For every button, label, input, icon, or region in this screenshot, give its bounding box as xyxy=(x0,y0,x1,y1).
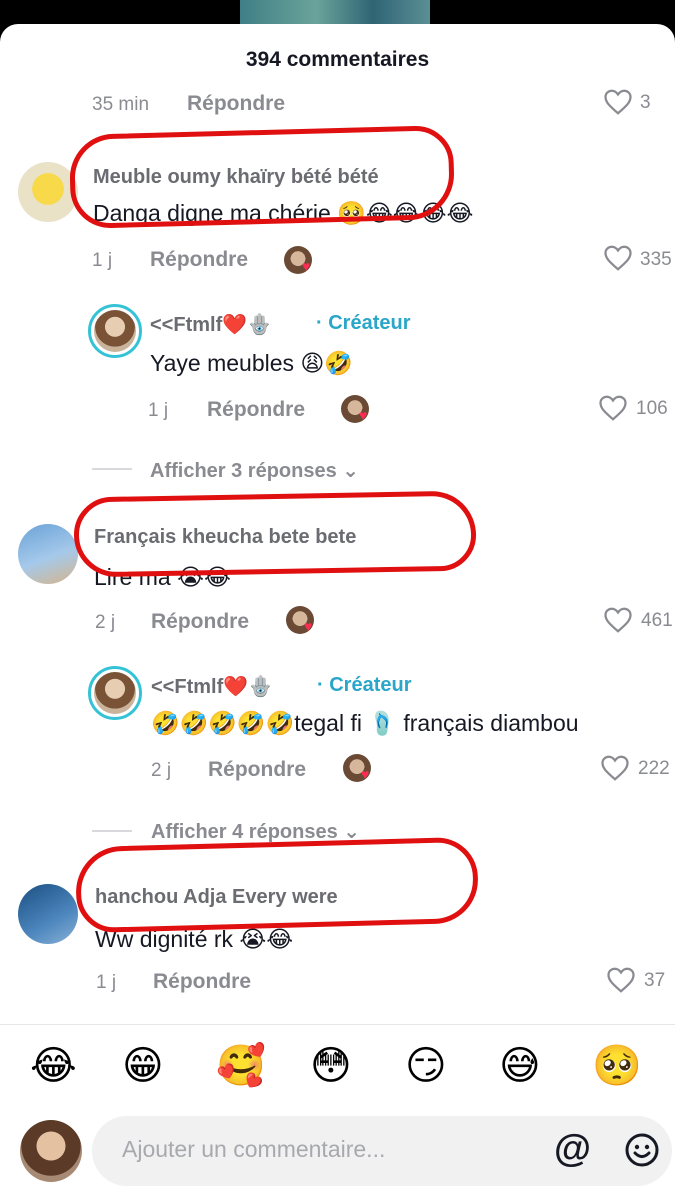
like-count: 222 xyxy=(638,758,670,779)
creator-liked-heart-icon: ♥ xyxy=(302,258,311,274)
creator-username[interactable]: <<Ftmlf❤️🪬 xyxy=(151,674,273,699)
creator-badge: · Créateur xyxy=(316,312,411,334)
reply-button[interactable]: Répondre xyxy=(187,92,285,116)
like-count: 106 xyxy=(636,398,668,419)
emoji-button[interactable]: 🥺 xyxy=(592,1046,642,1086)
like-count: 461 xyxy=(641,610,673,631)
avatar[interactable] xyxy=(18,524,78,584)
heart-outline-icon[interactable] xyxy=(598,394,628,422)
emoji-button[interactable]: 😁 xyxy=(122,1046,164,1086)
creator-avatar[interactable] xyxy=(88,666,142,720)
avatar[interactable] xyxy=(18,884,78,944)
reply-button[interactable]: Répondre xyxy=(207,398,305,422)
creator-badge-label: Créateur xyxy=(328,312,411,334)
reply-button[interactable]: Répondre xyxy=(153,970,251,994)
like-count: 335 xyxy=(640,249,672,270)
chevron-down-icon: ⌄ xyxy=(342,460,360,482)
creator-avatar[interactable] xyxy=(88,304,142,358)
video-preview xyxy=(240,0,430,26)
heart-outline-icon[interactable] xyxy=(600,754,630,782)
emoji-button[interactable]: 😳 xyxy=(310,1046,352,1086)
emoji-button[interactable]: 😏 xyxy=(405,1046,447,1086)
replies-divider-line xyxy=(92,468,132,470)
like-count: 3 xyxy=(640,92,651,113)
heart-outline-icon[interactable] xyxy=(603,88,633,116)
comment-timestamp: 2 j xyxy=(151,760,172,781)
heart-outline-icon[interactable] xyxy=(603,244,633,272)
annotation-circle xyxy=(73,490,477,578)
emoji-button[interactable]: 😅 xyxy=(499,1046,541,1086)
show-replies-label: Afficher 3 réponses xyxy=(150,460,337,482)
at-icon[interactable]: @ xyxy=(554,1128,591,1171)
comment-timestamp: 1 j xyxy=(96,972,117,993)
like-count: 37 xyxy=(644,970,666,991)
comments-count-title: 394 commentaires xyxy=(245,48,430,71)
comment-timestamp: 35 min xyxy=(92,94,150,115)
creator-badge-label: Créateur xyxy=(329,674,412,696)
show-replies-label: Afficher 4 réponses xyxy=(151,821,338,843)
annotation-circle xyxy=(68,124,456,230)
creator-badge: · Créateur xyxy=(317,674,412,696)
emoji-bar-divider xyxy=(0,1024,675,1025)
comments-sheet: 394 commentaires 35 min Répondre 3 Meubl… xyxy=(0,24,675,1200)
creator-liked-heart-icon: ♥ xyxy=(359,407,368,423)
comment-text: 🤣🤣🤣🤣🤣tegal fi 🩴 français diambou xyxy=(151,710,579,736)
smiley-icon[interactable] xyxy=(624,1132,660,1168)
heart-outline-icon[interactable] xyxy=(603,606,633,634)
comment-input-placeholder: Ajouter un commentaire... xyxy=(122,1136,386,1162)
annotation-circle xyxy=(74,836,480,934)
reply-button[interactable]: Répondre xyxy=(150,248,248,272)
comment-input[interactable]: Ajouter un commentaire... @ xyxy=(92,1116,672,1186)
reply-button[interactable]: Répondre xyxy=(151,610,249,634)
comment-timestamp: 1 j xyxy=(92,250,113,271)
creator-username[interactable]: <<Ftmlf❤️🪬 xyxy=(150,312,272,337)
emoji-button[interactable]: 😂 xyxy=(30,1046,77,1086)
comment-text: Yaye meubles 😩🤣 xyxy=(150,350,354,376)
my-avatar xyxy=(20,1120,82,1182)
show-replies-button[interactable]: Afficher 3 réponses ⌄ xyxy=(150,458,359,483)
comment-timestamp: 2 j xyxy=(95,612,116,633)
replies-divider-line xyxy=(92,830,132,832)
creator-liked-heart-icon: ♥ xyxy=(361,766,370,782)
comment-timestamp: 1 j xyxy=(148,400,169,421)
creator-liked-heart-icon: ♥ xyxy=(304,618,313,634)
avatar[interactable] xyxy=(18,162,78,222)
reply-button[interactable]: Répondre xyxy=(208,758,306,782)
emoji-button[interactable]: 🥰 xyxy=(216,1046,266,1086)
heart-outline-icon[interactable] xyxy=(606,966,636,994)
